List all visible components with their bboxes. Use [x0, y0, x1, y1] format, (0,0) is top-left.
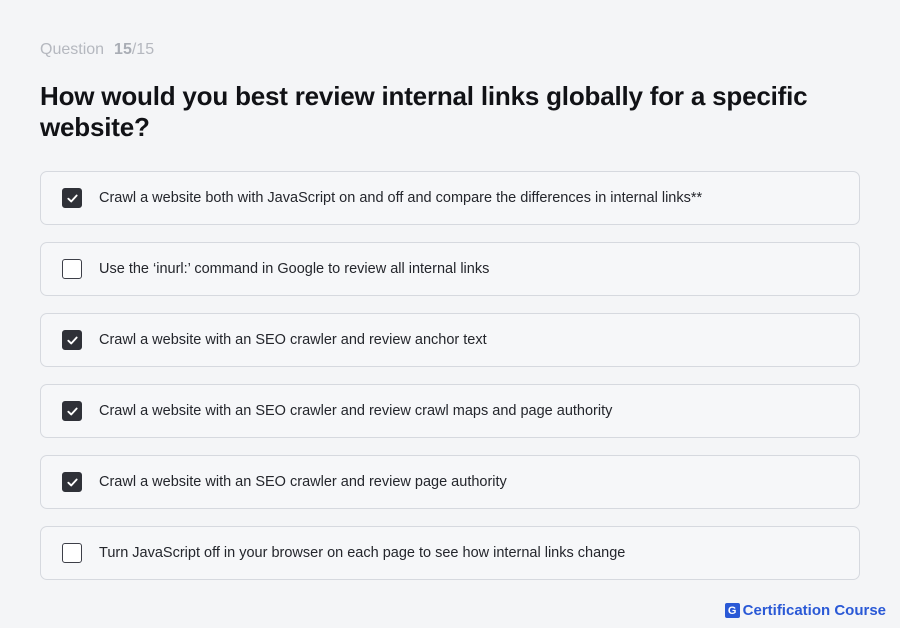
answer-option[interactable]: Use the ‘inurl:’ command in Google to re… — [40, 242, 860, 296]
answer-checkbox[interactable] — [62, 543, 82, 563]
brand-logo: G Certification Course — [724, 602, 886, 619]
check-icon — [66, 194, 78, 202]
answer-option-label: Crawl a website both with JavaScript on … — [99, 190, 703, 206]
answer-checkbox[interactable] — [62, 472, 82, 492]
question-label: Question — [40, 41, 105, 58]
answer-option-label: Crawl a website with an SEO crawler and … — [99, 474, 507, 490]
question-counter: Question 15/15 — [40, 40, 154, 60]
answer-option-label: Use the ‘inurl:’ command in Google to re… — [99, 261, 490, 277]
question-title: How would you best review internal links… — [40, 81, 808, 142]
check-icon — [66, 336, 78, 344]
check-icon — [66, 407, 78, 415]
answer-option[interactable]: Turn JavaScript off in your browser on e… — [40, 526, 860, 580]
brand-logo-icon: G — [724, 603, 740, 618]
answer-option[interactable]: Crawl a website both with JavaScript on … — [40, 171, 860, 225]
check-icon — [66, 478, 78, 486]
question-current-number: 15 — [114, 41, 132, 58]
answer-option[interactable]: Crawl a website with an SEO crawler and … — [40, 455, 860, 509]
answer-option-label: Crawl a website with an SEO crawler and … — [99, 403, 613, 419]
answer-checkbox[interactable] — [62, 330, 82, 350]
answer-option[interactable]: Crawl a website with an SEO crawler and … — [40, 313, 860, 367]
answer-options-list: Crawl a website both with JavaScript on … — [40, 171, 860, 597]
answer-checkbox[interactable] — [62, 188, 82, 208]
question-total-number: /15 — [131, 41, 155, 58]
answer-checkbox[interactable] — [62, 401, 82, 421]
answer-option-label: Crawl a website with an SEO crawler and … — [99, 332, 487, 348]
brand-name: Certification Course — [742, 602, 886, 619]
answer-checkbox[interactable] — [62, 259, 82, 279]
answer-option[interactable]: Crawl a website with an SEO crawler and … — [40, 384, 860, 438]
answer-option-label: Turn JavaScript off in your browser on e… — [99, 545, 626, 561]
